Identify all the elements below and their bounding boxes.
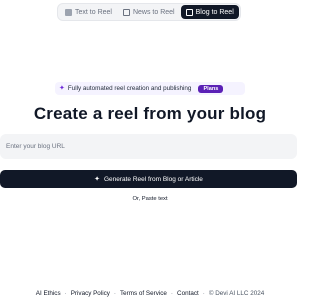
tab-text-to-reel[interactable]: Text to Reel	[60, 5, 117, 19]
footer-link-terms-of-service[interactable]: Terms of Service	[120, 290, 167, 297]
footer: AI Ethics · Privacy Policy · Terms of Se…	[0, 290, 300, 297]
news-icon	[122, 8, 130, 16]
plans-button[interactable]: Plans	[198, 84, 224, 93]
footer-separator: ·	[202, 290, 205, 297]
promo-text: Fully automated reel creation and publis…	[67, 85, 192, 92]
tab-label: News to Reel	[132, 8, 175, 16]
footer-separator: ·	[170, 290, 174, 297]
page-title: Create a reel from your blog	[33, 104, 267, 123]
generate-button-label: Generate Reel from Blog or Article	[103, 175, 203, 183]
paste-text-link[interactable]: Or, Paste text	[0, 196, 300, 202]
copyright-text: © Devi AI LLC 2024	[208, 290, 265, 297]
tab-news-to-reel[interactable]: News to Reel	[118, 5, 180, 19]
tab-blog-to-reel[interactable]: Blog to Reel	[180, 5, 239, 19]
magic-wand-icon: ✦	[59, 85, 65, 92]
promo-banner[interactable]: ✦ Fully automated reel creation and publ…	[55, 82, 245, 95]
footer-separator: ·	[113, 290, 117, 297]
magic-wand-icon: ✦	[94, 175, 100, 183]
footer-separator: ·	[64, 290, 67, 297]
footer-link-ai-ethics[interactable]: AI Ethics	[36, 290, 61, 297]
generate-reel-button[interactable]: ✦ Generate Reel from Blog or Article	[0, 170, 297, 188]
video-icon	[65, 8, 72, 16]
blog-icon	[185, 8, 193, 16]
tab-label: Blog to Reel	[195, 8, 234, 16]
footer-link-contact[interactable]: Contact	[177, 290, 199, 297]
footer-link-privacy-policy[interactable]: Privacy Policy	[71, 290, 110, 297]
tab-label: Text to Reel	[75, 8, 112, 16]
mode-tabs: Text to Reel News to Reel Blog to Reel	[57, 3, 241, 21]
blog-url-input[interactable]	[0, 134, 297, 159]
